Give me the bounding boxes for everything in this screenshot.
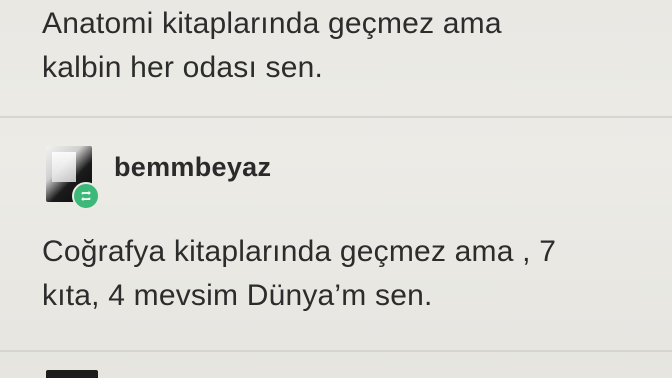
post-body: Coğrafya kitaplarında geçmez ama , 7 kıt… bbox=[42, 230, 662, 318]
post-header: bemmbeyaz bbox=[46, 146, 446, 210]
retweet-icon-glyph bbox=[81, 190, 91, 202]
retweet-icon bbox=[72, 182, 100, 210]
next-post-avatar[interactable] bbox=[46, 370, 98, 378]
post-body: Anatomi kitaplarında geçmez ama kalbin h… bbox=[42, 2, 642, 90]
post-text-line: Coğrafya kitaplarında geçmez ama , 7 bbox=[42, 235, 557, 268]
post-text-line: Anatomi kitaplarında geçmez ama bbox=[42, 7, 502, 40]
avatar-highlight bbox=[52, 152, 76, 182]
username[interactable]: bemmbeyaz bbox=[114, 152, 271, 183]
post-text-line: kalbin her odası sen. bbox=[42, 51, 324, 84]
post-bemmbeyaz[interactable]: bemmbeyaz Coğrafya kitaplarında geçmez a… bbox=[0, 118, 672, 350]
post-previous[interactable]: Anatomi kitaplarında geçmez ama kalbin h… bbox=[0, 0, 672, 116]
post-divider bbox=[0, 350, 672, 352]
post-text-line: kıta, 4 mevsim Dünya’m sen. bbox=[42, 279, 433, 312]
